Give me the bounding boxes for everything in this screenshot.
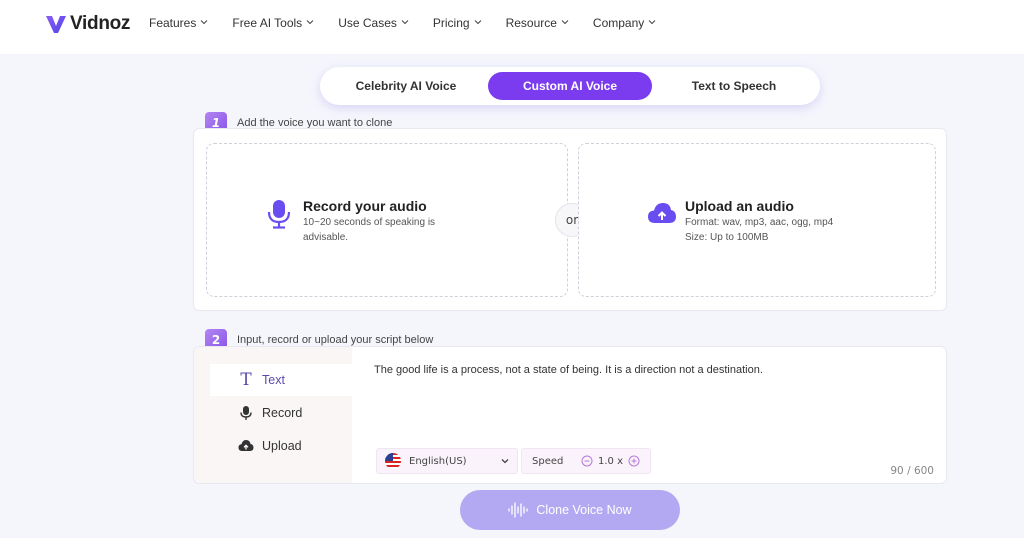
mode-label: Upload [262, 439, 302, 453]
menu-free-ai-tools[interactable]: Free AI Tools [232, 16, 314, 30]
speed-value: 1.0 x [598, 455, 623, 467]
speed-control: Speed 1.0 x [521, 448, 651, 474]
mode-record[interactable]: Record [210, 397, 352, 429]
menu-label: Resource [505, 16, 557, 30]
brand-logo[interactable]: Vidnoz [44, 12, 130, 36]
brand-name: Vidnoz [70, 13, 131, 34]
script-mode-sidebar: T Text Record Upload [194, 347, 352, 483]
menu-label: Pricing [432, 16, 470, 30]
voice-mode-tabs: Celebrity AI Voice Custom AI Voice Text … [320, 67, 820, 105]
upload-audio-area[interactable]: Upload an audio Format: wav, mp3, aac, o… [578, 143, 936, 297]
sound-wave-icon [508, 502, 529, 518]
upload-size: Size: Up to 100MB [685, 232, 769, 243]
menu-label: Company [592, 16, 645, 30]
mode-label: Record [262, 406, 303, 420]
record-description: 10~20 seconds of speaking is advisable. [303, 217, 436, 243]
menu-label: Free AI Tools [232, 16, 303, 30]
menu-label: Use Cases [338, 16, 397, 30]
chevron-down-icon [201, 20, 208, 25]
menu-features[interactable]: Features [149, 16, 208, 30]
chevron-down-icon [306, 20, 314, 25]
top-navigation: Vidnoz Features Free AI Tools Use Cases … [0, 0, 1024, 54]
speed-increase-button[interactable] [628, 455, 640, 467]
mode-upload[interactable]: Upload [210, 430, 352, 462]
microphone-icon [267, 200, 291, 229]
text-icon: T [240, 370, 252, 390]
tab-custom-ai-voice[interactable]: Custom AI Voice [488, 72, 652, 100]
cloud-upload-icon [238, 440, 254, 451]
vidnoz-logo-icon [46, 16, 66, 33]
speed-decrease-button[interactable] [581, 455, 593, 467]
menu-resource[interactable]: Resource [506, 16, 569, 30]
menu-use-cases[interactable]: Use Cases [338, 16, 409, 30]
chevron-down-icon [401, 20, 409, 25]
chevron-down-icon [501, 459, 509, 464]
cloud-upload-icon [648, 203, 676, 223]
upload-format: Format: wav, mp3, aac, ogg, mp4 [685, 217, 834, 228]
record-title: Record your audio [303, 198, 427, 214]
script-text-input[interactable]: The good life is a process, not a state … [374, 364, 763, 376]
language-value: English(US) [409, 455, 467, 467]
voice-source-card: Record your audio 10~20 seconds of speak… [193, 128, 947, 311]
clone-button-label: Clone Voice Now [536, 503, 632, 517]
script-card: T Text Record Upload The good life is a … [193, 346, 947, 484]
record-audio-area[interactable]: Record your audio 10~20 seconds of speak… [206, 143, 568, 297]
upload-title: Upload an audio [685, 198, 794, 214]
us-flag-icon [385, 453, 401, 469]
microphone-icon [240, 406, 252, 420]
menu-pricing[interactable]: Pricing [433, 16, 482, 30]
chevron-down-icon [648, 20, 656, 25]
menu-label: Features [149, 16, 197, 30]
tab-text-to-speech[interactable]: Text to Speech [652, 72, 816, 100]
menu-company[interactable]: Company [593, 16, 656, 30]
character-count: 90 / 600 [890, 465, 934, 477]
speed-label: Speed [532, 455, 564, 467]
step-label: Input, record or upload your script belo… [237, 334, 434, 346]
chevron-down-icon [561, 20, 569, 25]
chevron-down-icon [474, 20, 481, 25]
mode-label: Text [262, 373, 285, 387]
mode-text[interactable]: T Text [210, 364, 352, 396]
clone-voice-now-button[interactable]: Clone Voice Now [460, 490, 680, 530]
tab-celebrity-ai-voice[interactable]: Celebrity AI Voice [324, 72, 488, 100]
language-select[interactable]: English(US) [376, 448, 518, 474]
main-menu: Features Free AI Tools Use Cases Pricing… [149, 16, 680, 30]
